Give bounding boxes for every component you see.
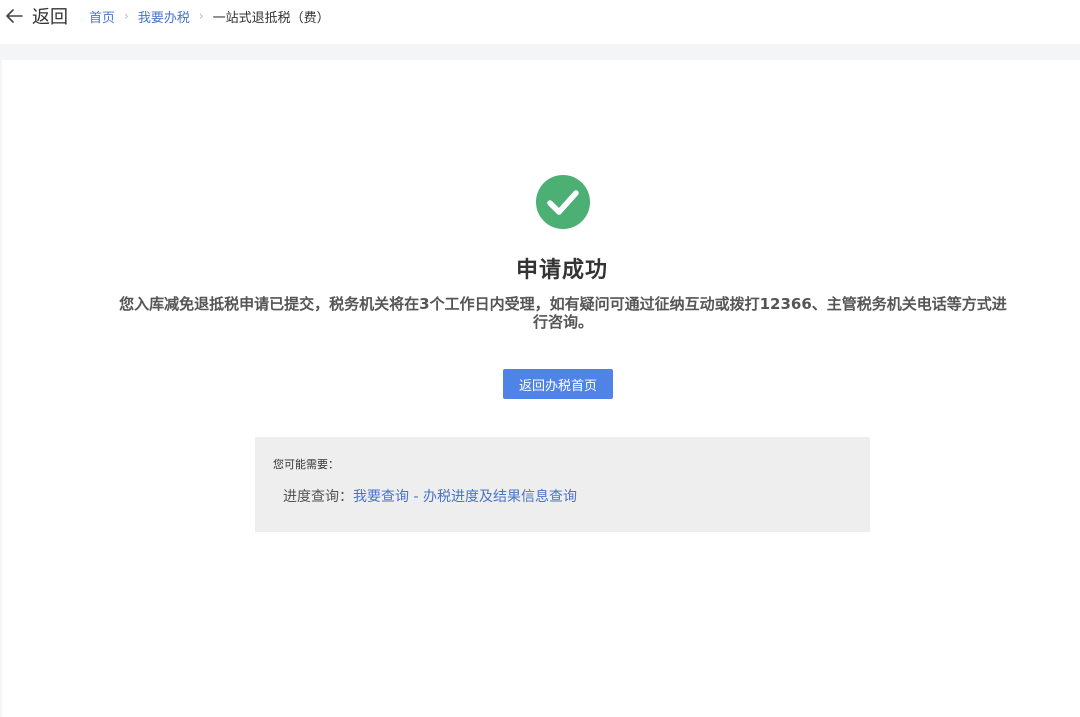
check-circle-icon: [536, 175, 590, 229]
result-message: 您入库减免退抵税申请已提交，税务机关将在3个工作日内受理，如有疑问可通过征纳互动…: [119, 295, 1007, 331]
suggestions-box: 您可能需要： 进度查询： 我要查询 - 办税进度及结果信息查询: [255, 437, 870, 532]
suggestions-title: 您可能需要：: [273, 458, 339, 471]
back-label: 返回: [32, 7, 68, 28]
return-home-button[interactable]: 返回办税首页: [503, 369, 613, 399]
breadcrumb-separator: ›: [198, 9, 204, 23]
result-panel: 申请成功 您入库减免退抵税申请已提交，税务机关将在3个工作日内受理，如有疑问可通…: [2, 60, 1080, 717]
breadcrumb: 首页 › 我要办税 › 一站式退抵税（费）: [89, 6, 330, 26]
suggestion-item: 进度查询： 我要查询 - 办税进度及结果信息查询: [283, 486, 577, 506]
breadcrumb-tax-service[interactable]: 我要办税: [138, 7, 190, 26]
breadcrumb-home[interactable]: 首页: [89, 7, 115, 26]
progress-query-link[interactable]: 我要查询 - 办税进度及结果信息查询: [353, 486, 577, 506]
breadcrumb-separator: ›: [124, 9, 129, 23]
result-title: 申请成功: [515, 258, 608, 283]
top-bar: 返回 首页 › 我要办税 › 一站式退抵税（费）: [0, 0, 1080, 44]
suggestion-label: 进度查询：: [283, 489, 353, 505]
arrow-left-icon: [6, 9, 23, 23]
breadcrumb-current: 一站式退抵税（费）: [212, 10, 330, 26]
back-button[interactable]: 返回: [4, 3, 68, 29]
